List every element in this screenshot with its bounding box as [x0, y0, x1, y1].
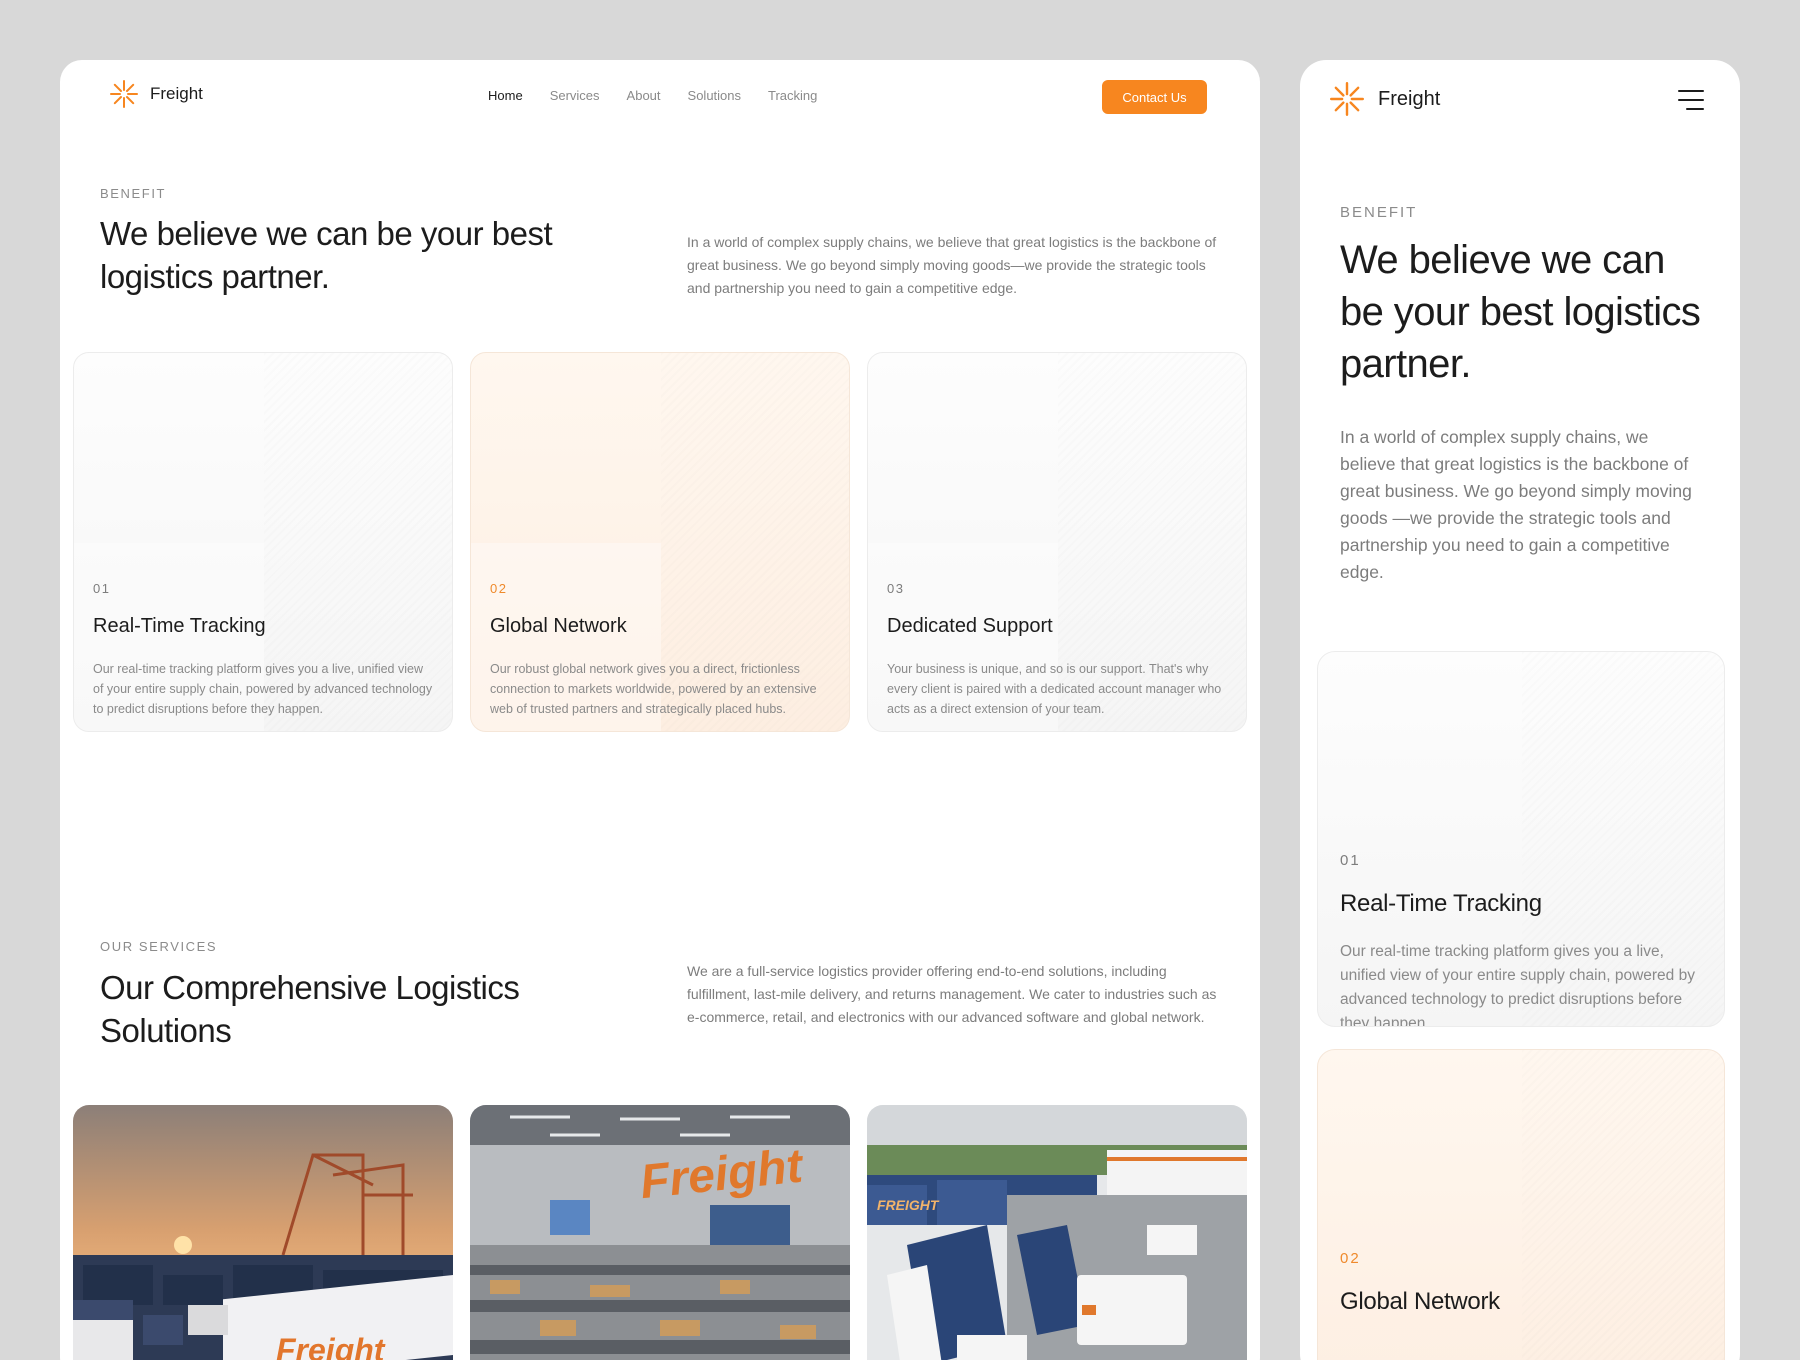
card-title: Global Network — [1340, 1288, 1500, 1315]
nav-about[interactable]: About — [627, 88, 661, 103]
hamburger-menu-icon[interactable] — [1678, 90, 1704, 110]
card-title: Real-Time Tracking — [93, 615, 266, 637]
card-description: Your business is unique, and so is our s… — [887, 662, 1222, 716]
card-title: Global Network — [490, 615, 627, 637]
benefit-card-tracking: 01 Real-Time Tracking Our real-time trac… — [1317, 651, 1725, 1027]
truck-yard-photo[interactable]: FREIGHT — [867, 1105, 1247, 1360]
benefit-description: In a world of complex supply chains, we … — [1340, 427, 1692, 582]
benefit-heading: We believe we can be your best logistics… — [1340, 238, 1701, 386]
nav-links: Home Services About Solutions Tracking — [488, 88, 817, 103]
card-description: Our real-time tracking platform gives yo… — [1340, 943, 1695, 1027]
services-heading: Our Comprehensive Logistics Solutions — [100, 969, 520, 1049]
nav-home[interactable]: Home — [488, 88, 523, 103]
card-number: 01 — [1340, 852, 1361, 869]
card-title: Real-Time Tracking — [1340, 890, 1542, 917]
nav-services[interactable]: Services — [550, 88, 600, 103]
logo[interactable]: Freight — [1330, 82, 1440, 116]
mobile-frame: Freight BENEFIT We believe we can be you… — [1300, 60, 1740, 1360]
benefit-eyebrow: BENEFIT — [1340, 204, 1418, 221]
benefit-card-tracking: 01 Real-Time Tracking Our real-time trac… — [73, 352, 453, 732]
benefit-card-network: 02 Global Network Our robust global netw… — [470, 352, 850, 732]
port-sunset-photo[interactable]: Freight — [73, 1105, 453, 1360]
benefit-heading: We believe we can be your best logistics… — [100, 215, 553, 295]
photo-sign-text: FREIGHT — [877, 1197, 940, 1213]
benefit-description: In a world of complex supply chains, we … — [687, 234, 1217, 296]
asterisk-burst-icon — [1330, 82, 1364, 116]
top-nav: Freight Home Services About Solutions Tr… — [60, 60, 1260, 134]
services-eyebrow: OUR SERVICES — [100, 939, 218, 954]
card-description: Our real-time tracking platform gives yo… — [93, 662, 433, 716]
asterisk-burst-icon — [110, 80, 138, 108]
card-title: Dedicated Support — [887, 615, 1053, 637]
photo-sign-text: Freight — [276, 1332, 386, 1360]
contact-us-button[interactable]: Contact Us — [1102, 80, 1207, 114]
card-number: 02 — [1340, 1250, 1361, 1267]
card-description: Our robust global network gives you a di… — [490, 662, 817, 716]
warehouse-photo[interactable]: Freight — [470, 1105, 850, 1360]
service-photos: Freight Freight FREIGHT — [73, 1105, 1247, 1360]
benefit-cards: 01 Real-Time Tracking Our real-time trac… — [73, 352, 1247, 732]
nav-tracking[interactable]: Tracking — [768, 88, 817, 103]
benefit-eyebrow: BENEFIT — [100, 186, 167, 201]
logo[interactable]: Freight — [110, 80, 203, 108]
services-description: We are a full-service logistics provider… — [687, 963, 1217, 1025]
brand-name: Freight — [1378, 87, 1441, 110]
card-number: 02 — [490, 581, 508, 596]
nav-solutions[interactable]: Solutions — [688, 88, 741, 103]
brand-name: Freight — [150, 84, 203, 103]
benefit-card-support: 03 Dedicated Support Your business is un… — [867, 352, 1247, 732]
card-number: 01 — [93, 581, 111, 596]
card-number: 03 — [887, 581, 905, 596]
benefit-card-network: 02 Global Network — [1317, 1049, 1725, 1360]
desktop-frame: Freight Home Services About Solutions Tr… — [60, 60, 1260, 1360]
